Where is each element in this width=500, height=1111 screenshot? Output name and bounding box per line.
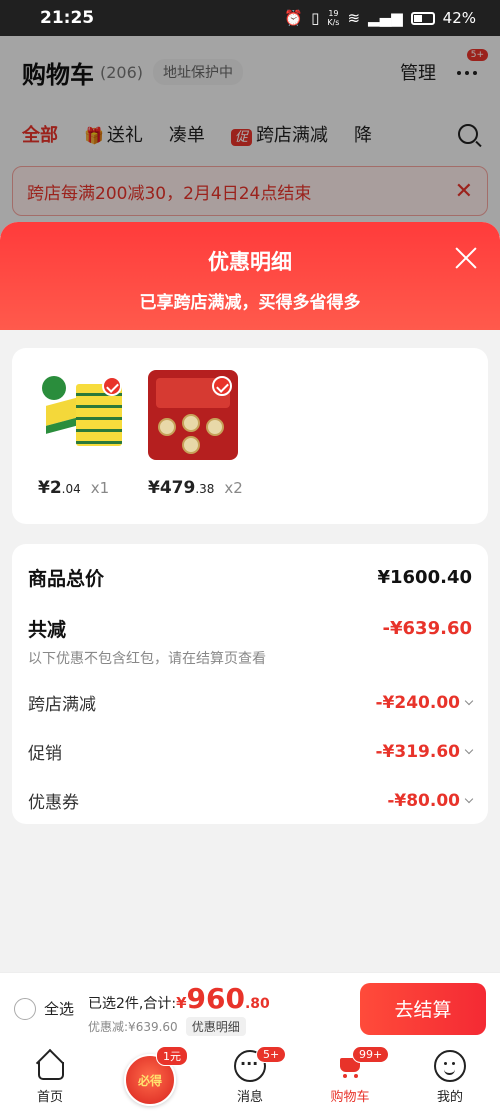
chevron-down-icon bbox=[464, 794, 474, 803]
sheet-header: 优惠明细 已享跨店满减，买得多省得多 bbox=[0, 222, 500, 330]
discount-row[interactable]: 优惠券 -¥80.00 bbox=[28, 788, 474, 813]
total-amount-dec: .80 bbox=[244, 995, 270, 1012]
promo-badge: 1元 bbox=[156, 1046, 188, 1066]
total-price-label: 商品总价 bbox=[28, 568, 105, 590]
price-int: ¥479 bbox=[148, 478, 196, 498]
discount-amount: -¥80.00 bbox=[387, 790, 460, 811]
vibrate-icon: ▯ bbox=[311, 9, 320, 27]
product-item[interactable]: ¥2.04 x1 bbox=[38, 370, 128, 524]
discount-value: -¥80.00 bbox=[387, 790, 474, 811]
checkout-totals: 已选2件,合计: ¥ 960 .80 优惠减:¥639.60 优惠明细 bbox=[88, 982, 270, 1036]
select-all-label[interactable]: 全选 bbox=[44, 998, 74, 1019]
profile-icon bbox=[434, 1050, 466, 1082]
discount-label: 促销 bbox=[28, 744, 62, 764]
sheet-subtitle: 已享跨店满减，买得多省得多 bbox=[139, 293, 361, 313]
network-speed-unit: K/s bbox=[327, 18, 340, 27]
discount-value: -¥240.00 bbox=[375, 692, 474, 713]
product-meta: ¥2.04 x1 bbox=[38, 478, 128, 498]
product-price: ¥479.38 bbox=[148, 478, 214, 498]
product-meta: ¥479.38 x2 bbox=[148, 478, 243, 498]
total-price-value: ¥1600.40 bbox=[377, 567, 472, 588]
total-reduction-value: -¥639.60 bbox=[382, 618, 472, 639]
coin-shape bbox=[182, 414, 200, 432]
product-item[interactable]: ¥479.38 x2 bbox=[148, 370, 243, 524]
discount-row[interactable]: 促销 -¥319.60 bbox=[28, 739, 474, 764]
total-reduction-label: 共减 bbox=[28, 619, 67, 641]
coin-shape bbox=[158, 418, 176, 436]
product-qty: x2 bbox=[224, 479, 243, 497]
discount-value: -¥319.60 bbox=[375, 741, 474, 762]
network-speed: 19 K/s bbox=[327, 9, 339, 27]
checkout-button[interactable]: 去结算 bbox=[360, 982, 486, 1035]
tab-cart[interactable]: 99+ 购物车 bbox=[300, 1044, 400, 1111]
coin-shape bbox=[206, 418, 224, 436]
discount-amount: -¥240.00 bbox=[375, 692, 461, 713]
total-reduction-row: 共减 -¥639.60 bbox=[28, 615, 472, 642]
signal-icon: ▂▄▆ bbox=[368, 9, 403, 27]
price-dec: .04 bbox=[61, 482, 81, 496]
cart-badge: 99+ bbox=[352, 1046, 390, 1063]
tab-cart-label: 购物车 bbox=[330, 1090, 370, 1105]
product-qty: x1 bbox=[90, 479, 110, 497]
total-line: 已选2件,合计: ¥ 960 .80 bbox=[88, 982, 270, 1015]
product-image-sponge bbox=[38, 370, 128, 460]
reduction-note: 以下优惠不包含红包，请在结算页查看 bbox=[28, 651, 266, 667]
product-list: ¥2.04 x1 ¥479.38 x2 bbox=[12, 348, 488, 524]
chevron-down-icon bbox=[464, 745, 474, 754]
network-speed-value: 19 bbox=[328, 9, 339, 18]
total-price-row: 商品总价 ¥1600.40 bbox=[28, 564, 472, 591]
tab-home-label: 首页 bbox=[36, 1090, 63, 1105]
price-dec: .38 bbox=[195, 482, 215, 496]
battery-icon bbox=[410, 11, 435, 25]
status-time: 21:25 bbox=[40, 8, 95, 28]
discount-amount: -¥319.60 bbox=[375, 741, 461, 762]
discount-detail-button[interactable]: 优惠明细 bbox=[185, 1016, 246, 1036]
tab-promo[interactable]: 必得 1元 bbox=[100, 1044, 200, 1111]
home-icon bbox=[34, 1050, 66, 1082]
check-icon bbox=[212, 376, 232, 396]
discount-label: 跨店满减 bbox=[28, 695, 96, 715]
tab-profile-label: 我的 bbox=[436, 1090, 463, 1105]
tab-messages[interactable]: 5+ 消息 bbox=[200, 1044, 300, 1111]
tab-messages-label: 消息 bbox=[236, 1090, 263, 1105]
discount-line: 优惠减:¥639.60 优惠明细 bbox=[88, 1016, 270, 1036]
sponge-disc-shape bbox=[42, 376, 66, 400]
sheet-title: 优惠明细 bbox=[208, 250, 292, 274]
price-int: ¥2 bbox=[38, 478, 62, 498]
total-currency: ¥ bbox=[176, 993, 187, 1012]
product-image-gift-box bbox=[148, 370, 238, 460]
select-all-radio[interactable] bbox=[14, 997, 36, 1020]
discount-detail-sheet: 优惠明细 已享跨店满减，买得多省得多 ¥2.04 x1 ¥479.38 x2 商… bbox=[0, 222, 500, 972]
tab-profile[interactable]: 我的 bbox=[400, 1044, 500, 1111]
chevron-down-icon bbox=[464, 696, 474, 705]
product-price: ¥2.04 bbox=[38, 478, 81, 498]
overlay-dim[interactable] bbox=[0, 36, 500, 236]
wifi-icon: ≋ bbox=[347, 9, 361, 27]
battery-percent: 42% bbox=[442, 9, 476, 27]
selected-count-text: 已选2件,合计: bbox=[88, 995, 177, 1012]
tab-home[interactable]: 首页 bbox=[0, 1044, 100, 1111]
discount-summary-text: 优惠减:¥639.60 bbox=[88, 1019, 178, 1034]
discount-label: 优惠券 bbox=[28, 793, 79, 813]
alarm-icon: ⏰ bbox=[284, 9, 304, 27]
total-amount-int: 960 bbox=[186, 981, 245, 1015]
close-icon[interactable] bbox=[454, 246, 478, 270]
discount-row[interactable]: 跨店满减 -¥240.00 bbox=[28, 690, 474, 715]
status-icons: ⏰ ▯ 19 K/s ≋ ▂▄▆ 42% bbox=[284, 9, 476, 27]
checkout-bar: 全选 已选2件,合计: ¥ 960 .80 优惠减:¥639.60 优惠明细 去… bbox=[0, 972, 500, 1044]
price-summary: 商品总价 ¥1600.40 共减 -¥639.60 以下优惠不包含红包，请在结算… bbox=[12, 544, 488, 824]
status-bar: 21:25 ⏰ ▯ 19 K/s ≋ ▂▄▆ 42% bbox=[0, 0, 500, 36]
check-icon bbox=[102, 376, 122, 396]
bottom-tabbar: 首页 必得 1元 5+ 消息 99+ 购物车 我的 bbox=[0, 1044, 500, 1111]
messages-badge: 5+ bbox=[256, 1046, 287, 1063]
coin-shape bbox=[182, 436, 200, 454]
